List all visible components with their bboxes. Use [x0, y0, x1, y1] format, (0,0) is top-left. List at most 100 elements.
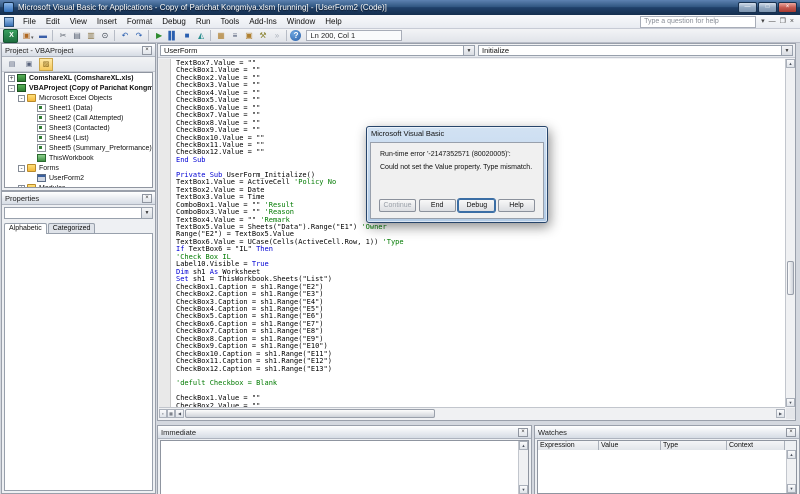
cut-icon[interactable]: ✂ — [56, 30, 69, 42]
view-microsoft-excel-icon[interactable]: X — [3, 29, 18, 43]
break-icon[interactable]: ▌▌ — [166, 30, 179, 42]
combo-dropdown-icon[interactable]: ▼ — [781, 46, 792, 55]
scroll-down-icon[interactable]: ▼ — [786, 398, 795, 407]
toolbox-icon[interactable]: ⚒ — [256, 30, 269, 42]
help-icon[interactable]: ? — [290, 30, 301, 41]
collapse-icon[interactable]: - — [18, 95, 25, 102]
immediate-input-area[interactable]: ▲ ▼ — [160, 440, 529, 494]
tree-item-modules[interactable]: +Modules — [5, 183, 152, 188]
redo-icon[interactable]: ↷ — [132, 30, 145, 42]
menu-run[interactable]: Run — [191, 16, 216, 27]
watches-column-context[interactable]: Context — [727, 441, 785, 450]
tab-alphabetic[interactable]: Alphabetic — [4, 223, 47, 234]
watches-column-expression[interactable]: Expression — [538, 441, 599, 450]
code-line: CheckBox6.Value = "" — [176, 105, 785, 112]
properties-panel-close-icon[interactable]: × — [142, 194, 152, 203]
properties-list-area[interactable] — [4, 233, 153, 491]
save-icon[interactable]: ▬ — [36, 30, 49, 42]
office-assistant-icon[interactable]: » — [270, 30, 283, 42]
immediate-vertical-scrollbar[interactable]: ▲ ▼ — [518, 441, 528, 494]
tree-item-vbaproject[interactable]: -VBAProject (Copy of Parichat Kongmiya.x… — [5, 83, 152, 93]
help-button[interactable]: Help — [498, 199, 535, 212]
menu-edit[interactable]: Edit — [41, 16, 65, 27]
maximize-icon[interactable]: □ — [758, 2, 777, 13]
toggle-folders-icon[interactable]: ▨ — [39, 58, 53, 71]
watches-column-value[interactable]: Value — [599, 441, 661, 450]
view-object-icon[interactable]: ▣ — [22, 58, 36, 71]
menu-view[interactable]: View — [65, 16, 92, 27]
mdi-restore-icon[interactable]: ❐ — [780, 18, 786, 26]
watches-list-area[interactable]: ▲ ▼ — [537, 450, 797, 494]
vertical-scroll-thumb[interactable] — [787, 261, 794, 295]
paste-icon[interactable]: ▥ — [84, 30, 97, 42]
undo-icon[interactable]: ↶ — [118, 30, 131, 42]
properties-object-combobox[interactable]: ▼ — [4, 207, 153, 219]
menu-format[interactable]: Format — [122, 16, 157, 27]
find-icon[interactable]: ⊙ — [98, 30, 111, 42]
collapse-icon[interactable]: - — [8, 85, 15, 92]
debug-button[interactable]: Debug — [458, 199, 495, 212]
menu-file[interactable]: File — [18, 16, 41, 27]
tree-item-sheet4[interactable]: Sheet4 (List) — [5, 133, 152, 143]
menu-tools[interactable]: Tools — [216, 16, 245, 27]
code-editor-area[interactable]: TextBox7.Value = ""CheckBox1.Value = ""C… — [159, 59, 785, 407]
reset-icon[interactable]: ■ — [180, 30, 193, 42]
collapse-icon[interactable]: - — [18, 165, 25, 172]
scroll-up-icon[interactable]: ▲ — [786, 59, 795, 68]
menu-debug[interactable]: Debug — [157, 16, 191, 27]
run-icon[interactable]: ▶ — [152, 30, 165, 42]
procedure-dropdown[interactable]: Initialize ▼ — [478, 45, 793, 56]
menu-help[interactable]: Help — [320, 16, 346, 27]
object-dropdown[interactable]: UserForm ▼ — [160, 45, 475, 56]
tree-item-forms[interactable]: -Forms — [5, 163, 152, 173]
menu-addins[interactable]: Add-Ins — [244, 16, 282, 27]
tree-item-comsharexl[interactable]: +ComshareXL (ComshareXL.xls) — [5, 73, 152, 83]
expand-icon[interactable]: + — [8, 75, 15, 82]
scroll-up-icon[interactable]: ▲ — [519, 441, 528, 450]
scroll-up-icon[interactable]: ▲ — [787, 450, 796, 459]
tree-item-sheet2[interactable]: Sheet2 (Call Attempted) — [5, 113, 152, 123]
design-mode-icon[interactable]: ◭ — [194, 30, 207, 42]
scroll-down-icon[interactable]: ▼ — [519, 485, 528, 494]
scroll-left-icon[interactable]: ◀ — [175, 409, 184, 418]
project-panel-title: Project - VBAProject — [5, 46, 73, 55]
minimize-icon[interactable]: — — [738, 2, 757, 13]
tree-item-sheet1[interactable]: Sheet1 (Data) — [5, 103, 152, 113]
horizontal-scroll-thumb[interactable] — [185, 409, 435, 418]
expand-icon[interactable]: + — [18, 185, 25, 189]
view-code-icon[interactable]: ▤ — [5, 58, 19, 71]
watches-vertical-scrollbar[interactable]: ▲ ▼ — [786, 450, 796, 493]
combo-dropdown-icon[interactable]: ▼ — [141, 208, 152, 218]
end-button[interactable]: End — [419, 199, 456, 212]
tree-item-sheet5[interactable]: Sheet5 (Summary_Preformance) — [5, 143, 152, 153]
tree-item-sheet3[interactable]: Sheet3 (Contacted) — [5, 123, 152, 133]
properties-window-icon[interactable]: ≡ — [228, 30, 241, 42]
help-box-dropdown-icon[interactable]: ▾ — [761, 18, 765, 26]
code-margin-indicator-bar[interactable] — [159, 59, 171, 407]
immediate-panel-close-icon[interactable]: × — [518, 428, 528, 437]
dialog-title[interactable]: Microsoft Visual Basic — [367, 127, 547, 140]
menu-window[interactable]: Window — [282, 16, 320, 27]
tree-item-microsoft[interactable]: -Microsoft Excel Objects — [5, 93, 152, 103]
full-module-view-button[interactable]: ▦ — [167, 409, 175, 418]
tree-item-thisworkbook[interactable]: ThisWorkbook — [5, 153, 152, 163]
project-panel-close-icon[interactable]: × — [142, 46, 152, 55]
combo-dropdown-icon[interactable]: ▼ — [463, 46, 474, 55]
procedure-view-button[interactable]: ▪ — [159, 409, 167, 418]
object-browser-icon[interactable]: ▣ — [242, 30, 255, 42]
project-explorer-icon[interactable]: ▦ — [214, 30, 227, 42]
help-search-input[interactable]: Type a question for help — [640, 16, 756, 28]
copy-icon[interactable]: ▤ — [70, 30, 83, 42]
code-vertical-scrollbar[interactable]: ▲ ▼ — [785, 59, 795, 407]
scroll-right-icon[interactable]: ▶ — [776, 409, 785, 418]
watches-panel-close-icon[interactable]: × — [786, 428, 796, 437]
scroll-down-icon[interactable]: ▼ — [787, 484, 796, 493]
watches-column-type[interactable]: Type — [661, 441, 727, 450]
close-icon[interactable]: × — [778, 2, 797, 13]
mdi-close-icon[interactable]: × — [790, 18, 794, 26]
tree-item-userform2[interactable]: UserForm2 — [5, 173, 152, 183]
code-horizontal-scrollbar[interactable]: ▪ ▦ ◀ ▶ — [159, 407, 785, 419]
menu-insert[interactable]: Insert — [92, 16, 122, 27]
mdi-minimize-icon[interactable]: — — [769, 18, 776, 26]
dropdown-caret-icon[interactable]: ▾ — [31, 35, 34, 41]
